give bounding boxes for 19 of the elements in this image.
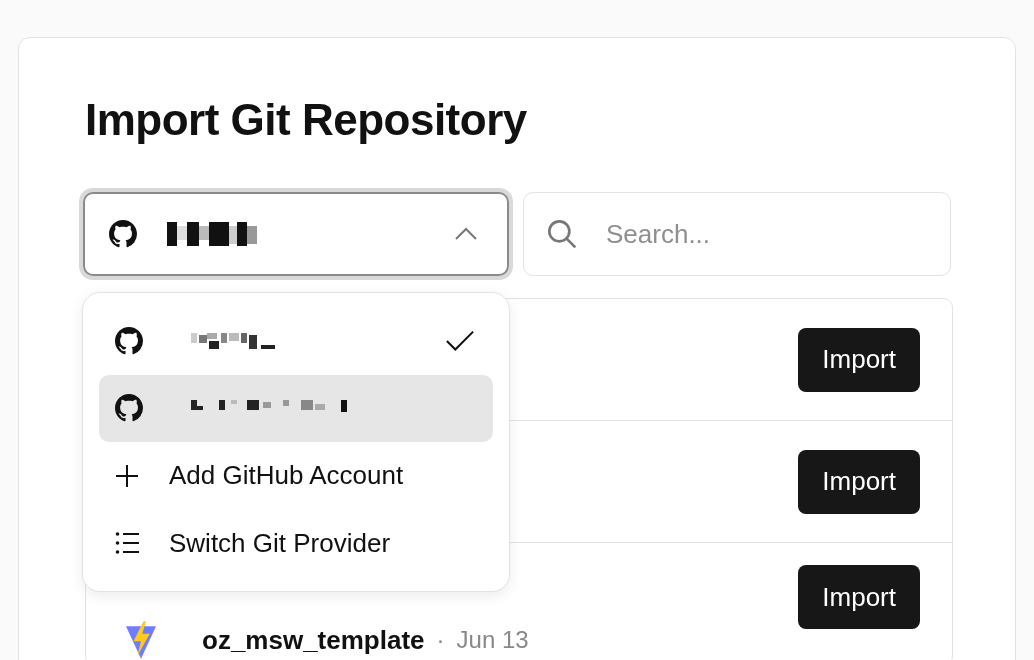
bolt-logo-icon bbox=[126, 621, 156, 659]
search-field[interactable]: Search... bbox=[523, 192, 951, 276]
github-icon bbox=[109, 220, 137, 248]
repository-name: oz_msw_template bbox=[202, 624, 425, 656]
import-button[interactable]: Import bbox=[798, 565, 920, 629]
menu-item[interactable]: Add GitHub Account bbox=[99, 442, 493, 510]
github-icon bbox=[115, 394, 143, 423]
import-button[interactable]: Import bbox=[798, 327, 920, 392]
list-icon bbox=[115, 531, 139, 556]
github-icon bbox=[115, 326, 143, 355]
page-title: Import Git Repository bbox=[85, 94, 528, 146]
separator-dot: · bbox=[436, 626, 445, 654]
search-icon bbox=[546, 218, 578, 250]
menu-item[interactable]: Switch Git Provider bbox=[99, 509, 493, 577]
repository-date: Jun 13 bbox=[456, 626, 529, 654]
plus-icon bbox=[115, 463, 139, 488]
import-button[interactable]: Import bbox=[798, 449, 920, 514]
account-item[interactable] bbox=[99, 374, 493, 442]
chevron-icon bbox=[453, 227, 479, 241]
